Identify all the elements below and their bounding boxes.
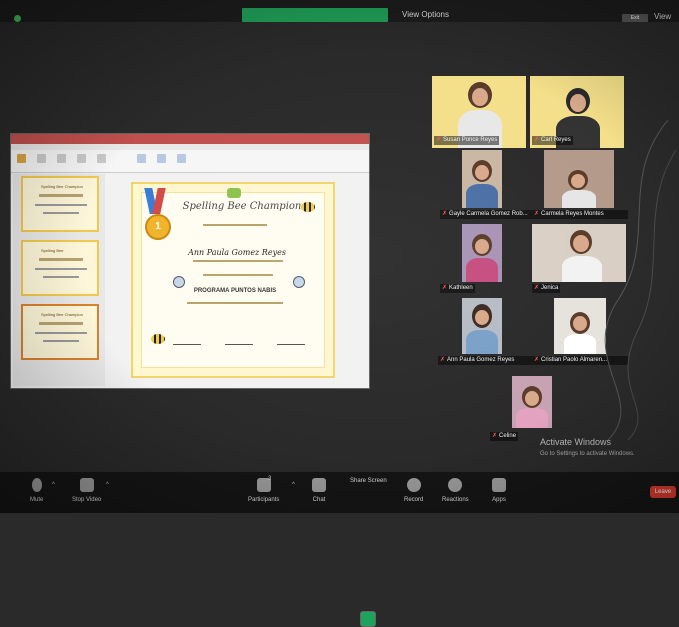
slide-thumbnail[interactable]: Spelling Bee Champion <box>21 176 99 232</box>
participant-name: ✗ Jenica <box>532 284 561 293</box>
reactions-button[interactable]: Reactions <box>442 478 469 503</box>
mic-muted-icon: ✗ <box>534 285 540 291</box>
reactions-icon <box>448 478 463 492</box>
paste-icon <box>17 154 26 163</box>
thumbnail-title: Spelling Bee Champion <box>41 312 83 317</box>
mic-muted-icon: ✗ <box>442 211 448 217</box>
participant-name: ✗ Kathleen <box>440 284 475 293</box>
shapes-icon <box>137 154 146 163</box>
bee-icon <box>301 202 315 212</box>
participant-tile[interactable] <box>462 298 502 354</box>
video-camera-icon <box>79 478 94 492</box>
participants-count: 3 <box>268 476 272 482</box>
mic-muted-icon: ✗ <box>436 137 442 143</box>
awardee-name: Ann Paula Gomez Reyes <box>188 248 286 257</box>
microphone-icon <box>31 478 42 492</box>
slide-thumbnail-selected[interactable]: Spelling Bee Champion <box>21 304 99 360</box>
thumbnail-title: Spelling Bee <box>41 248 64 253</box>
leave-button[interactable]: Leave <box>650 486 676 498</box>
slide-thumbnail[interactable]: Spelling Bee <box>21 240 99 296</box>
decorative-lines <box>604 120 677 440</box>
thumbnail-title: Spelling Bee Champion <box>41 184 83 189</box>
signature-line <box>225 344 253 345</box>
chevron-up-icon[interactable]: ^ <box>292 482 295 488</box>
participant-name: ✗ Gayle Carmela Gomez Rob... <box>440 210 532 219</box>
bee-icon <box>151 334 165 344</box>
participant-name: ✗ Celine <box>490 432 519 441</box>
seal-icon <box>293 276 305 288</box>
certificate-title: Spelling Bee Champion <box>182 201 302 212</box>
shared-screen: Spelling Bee Champion Spelling Bee Spell… <box>10 133 370 389</box>
program-name: PROGRAMA PUNTOS NABIS <box>193 288 277 294</box>
record-icon <box>406 478 421 492</box>
connection-status-icon <box>14 15 21 22</box>
apps-button[interactable]: Apps <box>492 478 506 503</box>
chevron-up-icon[interactable]: ^ <box>52 482 55 488</box>
activate-windows-title: Activate Windows <box>540 437 612 447</box>
chat-button[interactable]: Chat <box>312 478 326 503</box>
mic-muted-icon: ✗ <box>534 357 540 363</box>
meeting-toolbar: Mute ^ Stop Video ^ Participants 3 ^ Cha… <box>0 472 679 627</box>
slide-thumbnails-panel: Spelling Bee Champion Spelling Bee Spell… <box>13 174 105 386</box>
share-screen-button[interactable]: Share Screen <box>350 478 387 627</box>
view-options-menu[interactable]: View Options <box>402 10 449 19</box>
participant-name: ✗ Susan Ponce Reyes <box>434 136 500 145</box>
mic-muted-icon: ✗ <box>440 357 446 363</box>
ribbon-toolbar <box>11 150 369 173</box>
participant-tile[interactable] <box>462 150 502 208</box>
new-slide-icon <box>37 154 46 163</box>
mic-muted-icon: ✗ <box>442 285 448 291</box>
signature-line <box>277 344 305 345</box>
quick-styles-icon <box>177 154 186 163</box>
mic-muted-icon: ✗ <box>534 137 540 143</box>
screen-share-indicator[interactable] <box>242 8 388 22</box>
view-button[interactable]: View <box>654 12 671 21</box>
font-icon <box>77 154 86 163</box>
chevron-up-icon[interactable]: ^ <box>106 482 109 488</box>
mic-muted-icon: ✗ <box>492 433 498 439</box>
chat-icon <box>312 478 326 492</box>
activate-windows-subtitle: Go to Settings to activate Windows. <box>540 451 635 457</box>
school-logo <box>227 188 241 198</box>
participants-button[interactable]: Participants <box>248 478 279 503</box>
mute-button[interactable]: Mute <box>30 478 43 503</box>
record-button[interactable]: Record <box>404 478 423 503</box>
mic-muted-icon: ✗ <box>534 211 540 217</box>
layout-icon <box>57 154 66 163</box>
share-screen-icon <box>360 611 376 627</box>
participant-tile[interactable]: ✗ Susan Ponce Reyes <box>432 76 526 148</box>
arrange-icon <box>157 154 166 163</box>
participant-tile[interactable] <box>462 224 502 282</box>
participant-name: ✗ Ann Paula Gomez Reyes <box>438 356 532 365</box>
current-slide: 1 Spelling Bee Champion Ann Paula Gomez … <box>131 182 335 378</box>
participant-name: ✗ Carl Reyes <box>532 136 573 145</box>
apps-icon <box>492 478 506 492</box>
participant-tile[interactable] <box>512 376 552 428</box>
powerpoint-title-bar <box>11 134 369 144</box>
seal-icon <box>173 276 185 288</box>
paragraph-icon <box>97 154 106 163</box>
signature-line <box>173 344 201 345</box>
medal-icon: 1 <box>145 214 171 240</box>
exit-fullscreen-button[interactable]: Exit <box>622 14 648 22</box>
stop-video-button[interactable]: Stop Video <box>72 478 101 503</box>
top-bar: View Options Exit View <box>0 0 679 22</box>
